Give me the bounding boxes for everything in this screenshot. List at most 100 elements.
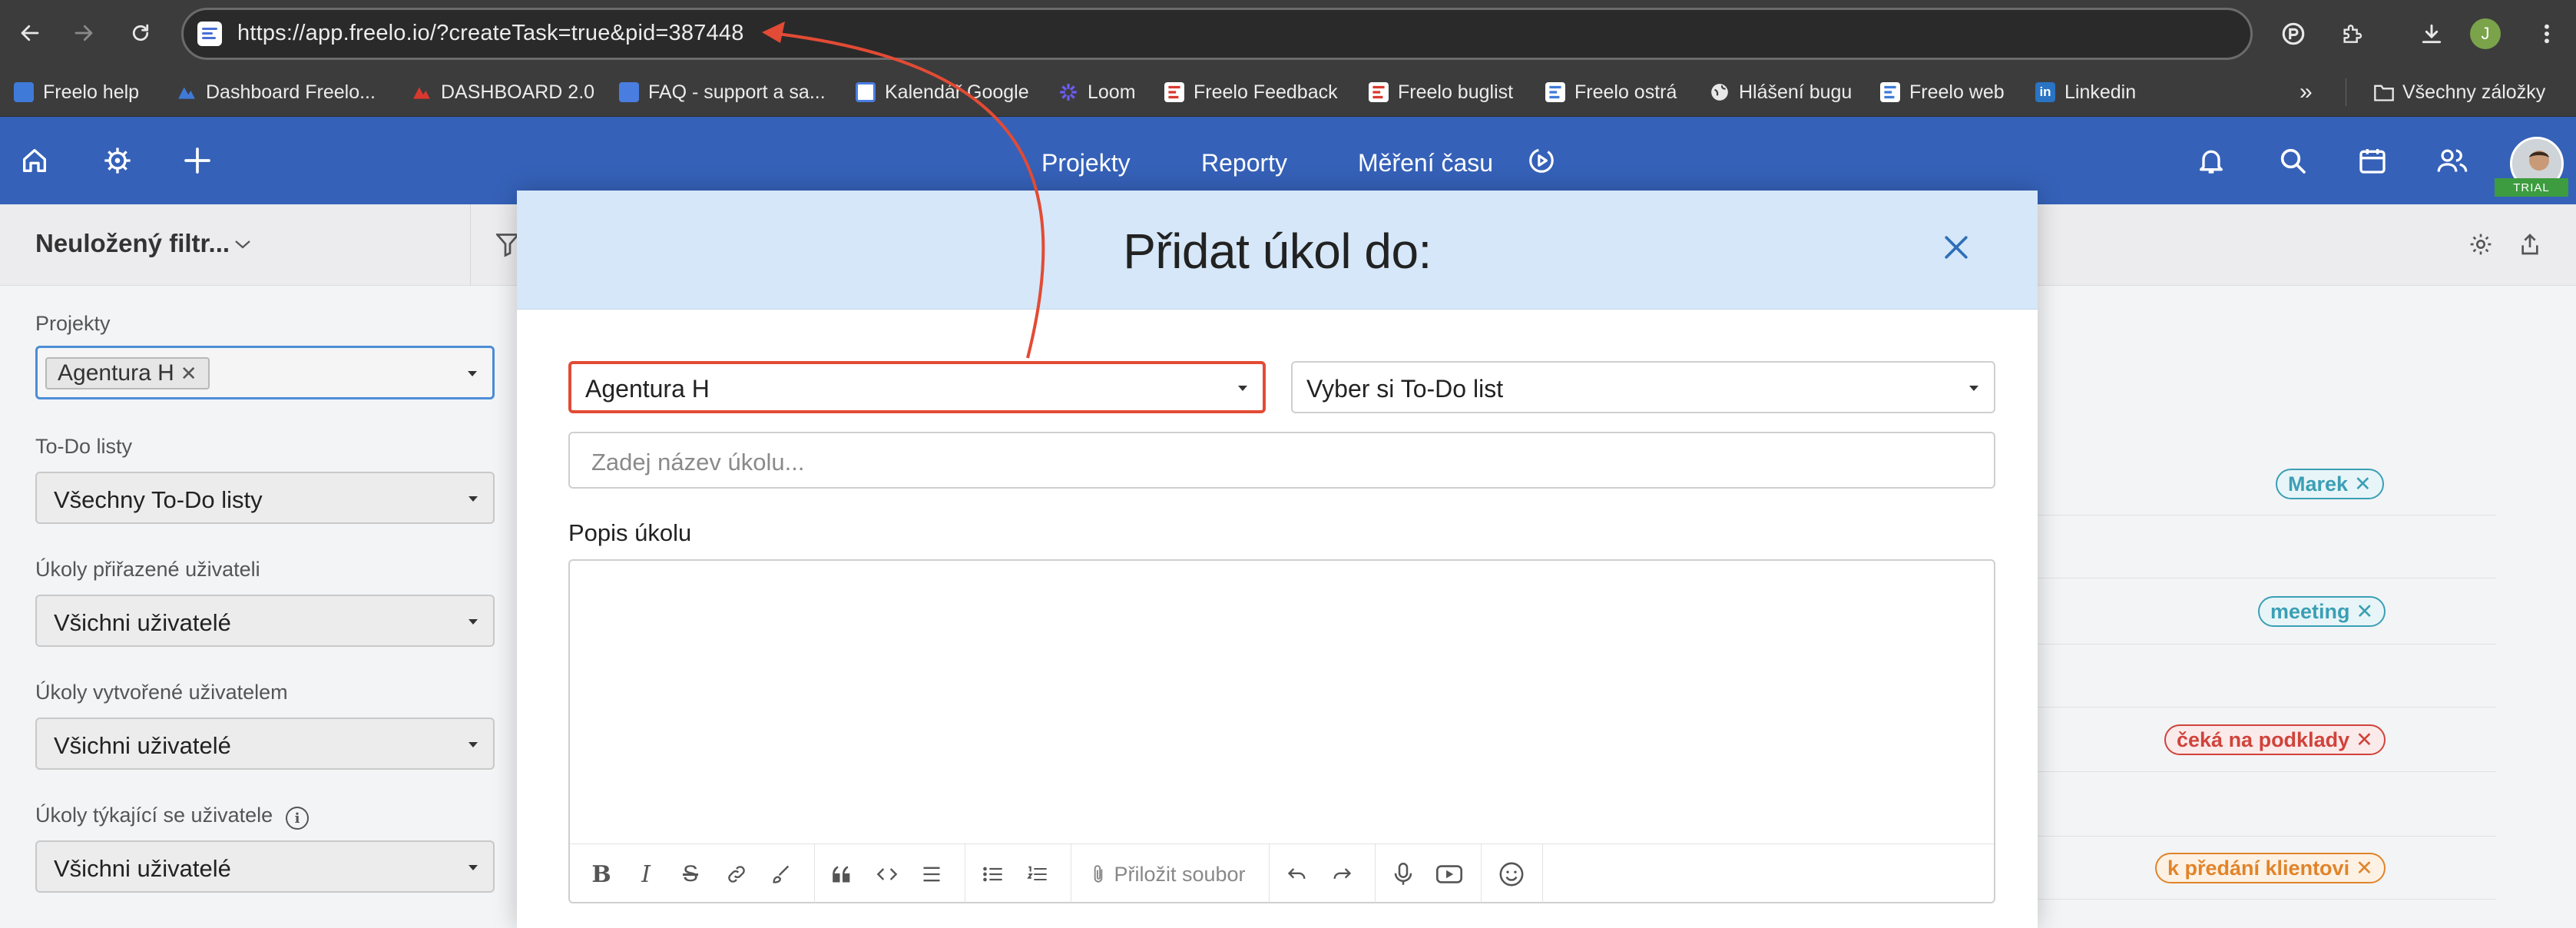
task-label-ceka-na-podklady[interactable]: čeká na podklady ✕ <box>2164 724 2386 755</box>
caret-down-icon <box>469 865 478 870</box>
created-by-select[interactable]: Všichni uživatelé <box>35 718 495 770</box>
task-label-k-predani-klientovi[interactable]: k předání klientovi ✕ <box>2155 853 2386 883</box>
link-icon[interactable] <box>723 861 750 887</box>
remove-label-icon[interactable]: ✕ <box>2354 472 2372 496</box>
assigned-label: Úkoly přiřazené uživateli <box>35 558 260 581</box>
concerning-select[interactable]: Všichni uživatelé <box>35 840 495 893</box>
undo-icon[interactable] <box>1284 861 1310 887</box>
nav-reporty[interactable]: Reporty <box>1201 149 1287 177</box>
filter-title[interactable]: Neuložený filtr... <box>35 229 230 258</box>
bookmark-linkedin[interactable]: in Linkedin <box>2035 78 2136 106</box>
remove-label-icon[interactable]: ✕ <box>2356 728 2373 752</box>
caret-down-icon <box>469 742 478 747</box>
workspace-wheel-icon[interactable] <box>98 141 137 180</box>
microphone-icon[interactable] <box>1390 861 1416 887</box>
strikethrough-icon[interactable]: S <box>679 861 702 887</box>
code-icon[interactable] <box>874 861 900 887</box>
nav-mereni-casu[interactable]: Měření času <box>1358 149 1493 177</box>
bookmark-dashboard-2[interactable]: DASHBOARD 2.0 <box>412 78 594 106</box>
globe-icon <box>1710 82 1730 102</box>
bookmark-freelo-buglist[interactable]: Freelo buglist <box>1369 78 1513 106</box>
redo-icon[interactable] <box>1329 861 1355 887</box>
label-text: k předání klientovi <box>2167 856 2350 880</box>
more-menu-icon[interactable] <box>2530 17 2564 51</box>
divider <box>1997 707 2496 708</box>
forward-icon[interactable] <box>66 15 101 51</box>
bookmark-label: Dashboard Freelo... <box>206 81 376 103</box>
task-label-marek[interactable]: Marek ✕ <box>2276 469 2384 499</box>
address-bar[interactable]: https://app.freelo.io/?createTask=true&p… <box>181 8 2253 60</box>
bookmark-freelo-feedback[interactable]: Freelo Feedback <box>1164 78 1338 106</box>
caret-down-icon <box>469 619 478 625</box>
assigned-select[interactable]: Všichni uživatelé <box>35 595 495 647</box>
add-icon[interactable] <box>178 141 217 180</box>
home-icon[interactable] <box>15 141 54 180</box>
divider <box>814 844 815 903</box>
downloads-icon[interactable] <box>2415 17 2449 51</box>
calendar-icon[interactable] <box>2353 141 2392 180</box>
search-icon[interactable] <box>2273 141 2312 180</box>
play-timer-icon[interactable] <box>1522 141 1561 180</box>
projects-select[interactable]: Agentura H ✕ <box>35 346 495 399</box>
bookmark-freelo-ostra[interactable]: Freelo ostrá <box>1545 78 1677 106</box>
linkedin-icon: in <box>2035 82 2055 102</box>
extensions-icon[interactable] <box>2335 17 2369 51</box>
todo-lists-select[interactable]: Všechny To-Do listy <box>35 472 495 524</box>
calendar-icon <box>856 82 876 102</box>
bookmark-freelo-help[interactable]: Freelo help <box>14 78 139 106</box>
emoji-icon[interactable] <box>1496 861 1527 887</box>
team-users-icon[interactable] <box>2433 141 2472 180</box>
video-embed-icon[interactable] <box>1435 861 1464 887</box>
italic-icon[interactable]: I <box>634 861 657 888</box>
bookmark-hlaseni-bugu[interactable]: Hlášení bugu <box>1710 78 1852 106</box>
notifications-bell-icon[interactable] <box>2192 141 2230 180</box>
bold-icon[interactable]: B <box>590 861 613 888</box>
project-select[interactable]: Agentura H <box>568 361 1266 413</box>
task-label-meeting[interactable]: meeting ✕ <box>2258 596 2386 627</box>
attach-file-button[interactable]: Přiložit soubor <box>1083 861 1252 887</box>
label-text: meeting <box>2270 599 2350 623</box>
browser-toolbar: https://app.freelo.io/?createTask=true&p… <box>0 0 2576 68</box>
remove-label-icon[interactable]: ✕ <box>2356 600 2374 624</box>
quote-icon[interactable] <box>829 861 856 887</box>
paperclip-icon <box>1094 865 1103 883</box>
reload-icon[interactable] <box>123 15 158 51</box>
freelo-icon <box>14 82 34 102</box>
horizontal-rule-icon[interactable] <box>919 861 945 887</box>
settings-gear-icon[interactable] <box>2467 230 2495 258</box>
remove-label-icon[interactable]: ✕ <box>2356 857 2373 880</box>
docs-icon <box>619 82 639 102</box>
back-icon[interactable] <box>12 15 48 51</box>
bookmark-kalendar[interactable]: Kalendář Google <box>856 78 1029 106</box>
loom-icon <box>1058 82 1078 102</box>
divider <box>1542 844 1543 903</box>
todolist-select-value: Vyber si To-Do list <box>1306 375 1504 403</box>
export-share-icon[interactable] <box>2516 230 2544 258</box>
all-bookmarks-button[interactable]: Všechny záložky <box>2373 78 2545 106</box>
concerning-label: Úkoly týkající se uživatele <box>35 804 273 827</box>
bullet-list-icon[interactable] <box>980 861 1006 887</box>
todolist-select[interactable]: Vyber si To-Do list <box>1291 361 1995 413</box>
concerning-value: Všichni uživatelé <box>54 855 231 882</box>
bookmark-freelo-web[interactable]: Freelo web <box>1880 78 2005 106</box>
site-info-icon[interactable] <box>197 22 222 46</box>
chevron-down-icon[interactable] <box>233 238 252 254</box>
bookmark-label: FAQ - support a sa... <box>648 81 826 103</box>
bookmark-loom[interactable]: Loom <box>1058 78 1136 106</box>
task-name-input[interactable]: Zadej název úkolu... <box>568 432 1995 489</box>
bookmark-faq[interactable]: FAQ - support a sa... <box>619 78 826 106</box>
remove-tag-icon[interactable]: ✕ <box>180 362 197 386</box>
profile-avatar[interactable]: J <box>2470 18 2501 49</box>
info-icon[interactable]: i <box>286 807 309 830</box>
numbered-list-icon[interactable] <box>1025 861 1051 887</box>
filter-icon[interactable] <box>495 232 521 262</box>
description-editor[interactable]: B I S Přiložit soubor <box>568 559 1995 903</box>
bookmark-dashboard-freelo[interactable]: Dashboard Freelo... <box>177 78 376 106</box>
nav-projekty[interactable]: Projekty <box>1041 149 1131 177</box>
close-icon[interactable] <box>1939 230 1973 264</box>
brush-icon[interactable] <box>768 861 794 887</box>
bookmarks-overflow-button[interactable]: » <box>2300 78 2313 106</box>
password-manager-icon[interactable] <box>2276 17 2310 51</box>
modal-header: Přidat úkol do: <box>517 191 2038 310</box>
dashboard-icon <box>177 82 197 102</box>
